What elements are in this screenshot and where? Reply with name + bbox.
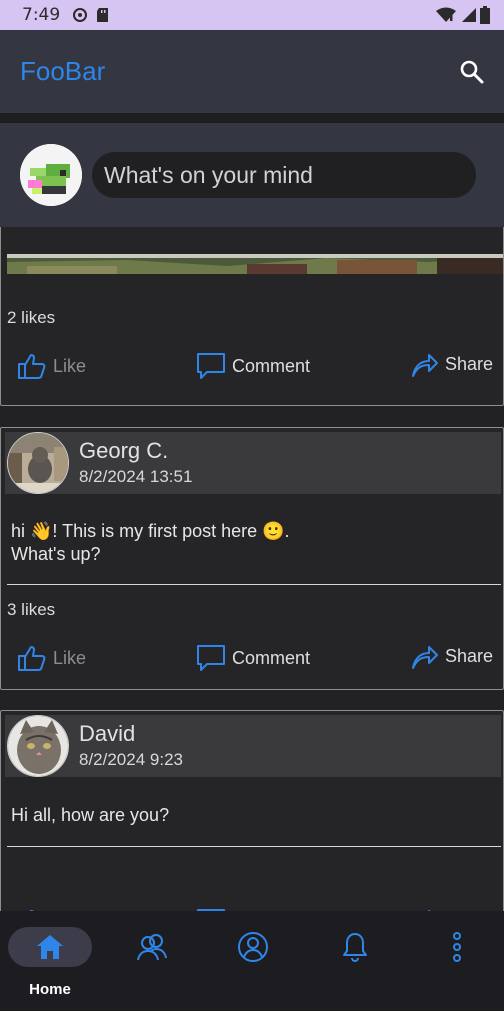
status-time: 7:49 bbox=[22, 5, 61, 25]
post-card: 2 likes Like Comment Share bbox=[0, 227, 504, 406]
post-header[interactable]: David 8/2/2024 9:23 bbox=[5, 715, 501, 777]
like-button[interactable]: Like bbox=[17, 644, 86, 672]
post-meta: David 8/2/2024 9:23 bbox=[79, 720, 183, 772]
comment-icon bbox=[197, 645, 225, 671]
divider bbox=[7, 584, 501, 585]
comment-button[interactable]: Comment bbox=[196, 352, 310, 380]
home-icon bbox=[37, 935, 63, 959]
sync-icon bbox=[73, 8, 88, 22]
post-input-placeholder: What's on your mind bbox=[104, 161, 313, 188]
cat-photo-avatar bbox=[8, 433, 68, 493]
signal-icon bbox=[462, 8, 476, 22]
search-button[interactable] bbox=[456, 56, 488, 88]
post-author[interactable]: David bbox=[79, 720, 183, 748]
avatar[interactable] bbox=[20, 144, 82, 206]
battery-icon bbox=[480, 6, 490, 24]
nav-item-more[interactable] bbox=[415, 927, 499, 967]
comment-icon bbox=[197, 353, 225, 379]
post-composer: What's on your mind bbox=[0, 123, 504, 227]
landscape-image bbox=[7, 254, 503, 274]
sd-card-icon bbox=[97, 8, 109, 22]
likes-count: 3 likes bbox=[7, 600, 56, 619]
nav-item-friends[interactable] bbox=[110, 927, 194, 967]
post-card: David 8/2/2024 9:23 Hi all, how are you? bbox=[0, 710, 504, 911]
post-image bbox=[7, 254, 503, 274]
share-label: Share bbox=[445, 353, 494, 374]
nav-label-home: Home bbox=[29, 981, 71, 998]
post-text: hi 👋! This is my first post here 🙂. What… bbox=[11, 520, 290, 566]
post-actions bbox=[1, 904, 504, 911]
share-button[interactable]: Share bbox=[411, 642, 493, 670]
like-label: Like bbox=[53, 647, 87, 668]
nav-item-profile[interactable] bbox=[211, 927, 295, 967]
user-avatar-image bbox=[20, 144, 82, 206]
share-icon bbox=[412, 646, 438, 669]
post-text-line: hi 👋! This is my first post here 🙂. bbox=[11, 521, 290, 541]
post-card: Georg C. 8/2/2024 13:51 hi 👋! This is my… bbox=[0, 427, 504, 690]
status-bar: 7:49 bbox=[0, 0, 504, 30]
app-title: FooBar bbox=[20, 56, 106, 86]
share-label: Share bbox=[445, 645, 494, 666]
nav-home-icon-wrap bbox=[8, 927, 92, 967]
post-actions: Like Comment Share bbox=[1, 346, 504, 386]
cat-photo-avatar bbox=[8, 716, 68, 776]
profile-icon bbox=[238, 932, 268, 962]
divider bbox=[7, 846, 501, 847]
avatar[interactable] bbox=[7, 715, 69, 777]
post-actions: Like Comment Share bbox=[1, 640, 504, 680]
comment-label: Comment bbox=[232, 355, 311, 376]
comment-label: Comment bbox=[232, 647, 311, 668]
like-label: Like bbox=[53, 355, 87, 376]
thumbs-up-icon bbox=[18, 354, 46, 379]
wifi-icon bbox=[436, 7, 456, 22]
avatar[interactable] bbox=[7, 432, 69, 494]
post-author[interactable]: Georg C. bbox=[79, 437, 192, 465]
divider bbox=[0, 113, 504, 123]
share-icon bbox=[412, 354, 438, 377]
feed[interactable]: 2 likes Like Comment Share Georg C. 8/2/… bbox=[0, 227, 504, 911]
bell-icon bbox=[343, 933, 367, 962]
post-text-line: Hi all, how are you? bbox=[11, 805, 170, 825]
post-meta: Georg C. 8/2/2024 13:51 bbox=[79, 437, 192, 489]
post-input[interactable]: What's on your mind bbox=[92, 152, 476, 198]
post-header[interactable]: Georg C. 8/2/2024 13:51 bbox=[5, 432, 501, 494]
more-vert-icon bbox=[453, 932, 461, 962]
nav-item-home[interactable] bbox=[8, 927, 92, 967]
search-icon bbox=[460, 60, 484, 83]
post-timestamp: 8/2/2024 9:23 bbox=[79, 750, 183, 769]
app-bar: FooBar bbox=[0, 30, 504, 113]
share-button[interactable]: Share bbox=[411, 350, 493, 378]
bottom-navigation: Home bbox=[0, 911, 504, 1011]
likes-count: 2 likes bbox=[7, 308, 56, 327]
post-text-line: What's up? bbox=[11, 544, 101, 564]
comment-button[interactable]: Comment bbox=[196, 644, 310, 672]
post-timestamp: 8/2/2024 13:51 bbox=[79, 467, 193, 486]
like-button[interactable]: Like bbox=[17, 352, 86, 380]
post-text: Hi all, how are you? bbox=[11, 804, 169, 827]
nav-item-notifications[interactable] bbox=[313, 927, 397, 967]
thumbs-up-icon bbox=[18, 646, 46, 671]
friends-icon bbox=[137, 934, 167, 961]
